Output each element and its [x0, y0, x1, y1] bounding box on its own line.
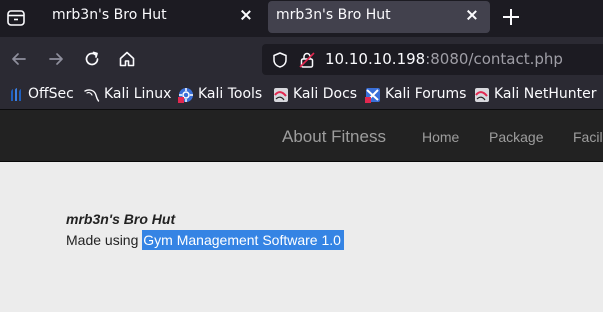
site-navbar: About Fitness Home Package Facil — [0, 110, 603, 162]
bookmark-label: OffSec — [28, 86, 74, 102]
nav-link-home[interactable]: Home — [422, 129, 459, 145]
software-name-selected: Gym Management Software 1.0 — [142, 230, 344, 250]
forward-arrow-icon[interactable] — [46, 49, 66, 69]
site-content: mrb3n's Bro Hut Made using Gym Managemen… — [0, 163, 603, 312]
bookmarks-toolbar: OffSec Kali Linux Kali Tools Kali Docs K… — [0, 81, 603, 110]
site-brand-link[interactable]: About Fitness — [282, 127, 386, 147]
bookmark-label: Kali NetHunter — [494, 86, 597, 102]
reload-icon[interactable] — [82, 49, 102, 69]
new-tab-plus-icon[interactable] — [502, 8, 520, 26]
shield-icon[interactable] — [271, 51, 289, 69]
tab-strip: mrb3n's Bro Hut mrb3n's Bro Hut — [0, 0, 603, 37]
url-host: 10.10.10.198 — [325, 50, 426, 68]
kali-dragon-icon — [84, 89, 100, 102]
address-bar[interactable]: 10.10.10.198:8080/contact.php — [262, 44, 603, 75]
home-icon[interactable] — [117, 49, 137, 69]
back-arrow-icon[interactable] — [9, 49, 29, 69]
kali-docs-icon — [274, 88, 288, 102]
insecure-lock-icon[interactable] — [298, 51, 316, 69]
bookmark-label: Kali Forums — [385, 86, 467, 102]
tab-list-icon[interactable] — [5, 7, 27, 29]
close-icon[interactable] — [241, 10, 251, 20]
kali-forums-icon — [365, 88, 380, 103]
tab-active[interactable]: mrb3n's Bro Hut — [268, 1, 490, 33]
kali-tools-icon — [178, 88, 193, 103]
url-text[interactable]: 10.10.10.198:8080/contact.php — [325, 50, 563, 68]
nav-link-package[interactable]: Package — [489, 129, 543, 145]
bookmark-label: Kali Tools — [198, 86, 263, 102]
made-using-text: Made using Gym Management Software 1.0 — [66, 230, 344, 250]
url-path: :8080/contact.php — [425, 50, 563, 68]
bookmark-label: Kali Linux — [104, 86, 172, 102]
tab-title: mrb3n's Bro Hut — [52, 7, 167, 23]
bookmark-label: Kali Docs — [293, 86, 358, 102]
navigation-toolbar: 10.10.10.198:8080/contact.php — [0, 37, 603, 81]
tab-title: mrb3n's Bro Hut — [276, 7, 391, 23]
made-using-prefix: Made using — [66, 232, 143, 248]
kali-nethunter-icon — [475, 88, 489, 102]
nav-link-facilities[interactable]: Facil — [573, 129, 603, 145]
tab-inactive[interactable]: mrb3n's Bro Hut — [39, 0, 265, 37]
offsec-icon — [11, 88, 21, 101]
site-name: mrb3n's Bro Hut — [66, 211, 176, 227]
close-icon[interactable] — [467, 10, 477, 20]
